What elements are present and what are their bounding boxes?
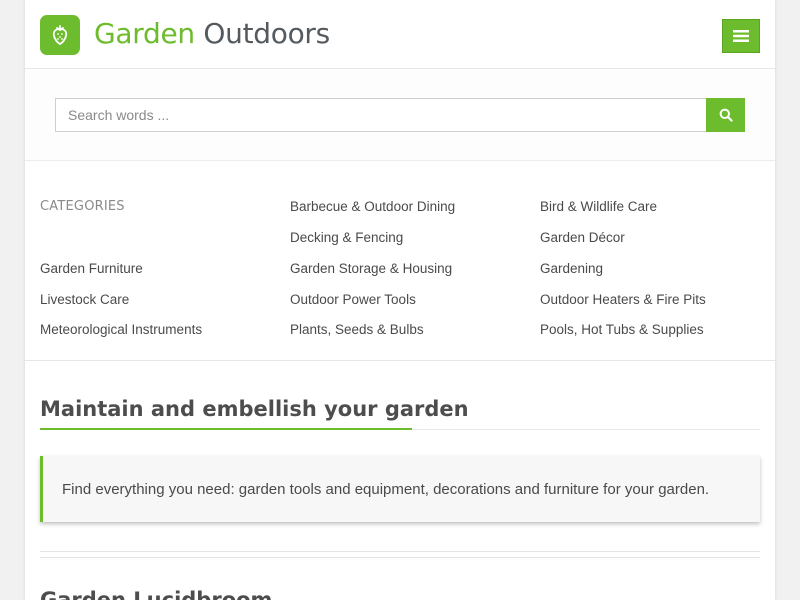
section-title: Maintain and embellish your garden [40,397,469,421]
divider [40,551,760,552]
category-link[interactable]: Garden Furniture [40,261,143,276]
category-link[interactable]: Outdoor Power Tools [290,292,416,307]
search-icon [719,108,733,122]
page: Garden Outdoors CATEGORIES Barbecue & Ou… [25,0,775,600]
strawberry-icon [52,25,68,46]
categories-heading: CATEGORIES [40,199,125,214]
search-bar [25,69,775,161]
search-input[interactable] [55,98,706,132]
site-title-part2: Outdoors [194,17,330,50]
intro-callout-text: Find everything you need: garden tools a… [62,480,710,498]
site-header: Garden Outdoors [25,0,775,69]
site-title-part1: Garden [94,17,195,50]
title-accent-underline [40,428,412,430]
hamburger-icon [733,30,749,42]
next-section-title: Garden Lucidbroom [40,588,273,600]
intro-callout: Find everything you need: garden tools a… [40,456,760,522]
categories-section: CATEGORIES Barbecue & Outdoor Dining Bir… [25,161,775,361]
category-link[interactable]: Plants, Seeds & Bulbs [290,322,424,337]
logo[interactable] [40,15,80,55]
category-link[interactable]: Outdoor Heaters & Fire Pits [540,292,706,307]
category-link[interactable]: Garden Décor [540,230,625,245]
divider [40,557,760,558]
category-link[interactable]: Bird & Wildlife Care [540,199,657,214]
menu-button[interactable] [722,19,760,53]
category-link[interactable]: Gardening [540,261,603,276]
category-link[interactable]: Pools, Hot Tubs & Supplies [540,322,704,337]
category-link[interactable]: Livestock Care [40,292,129,307]
category-link[interactable]: Decking & Fencing [290,230,403,245]
main-content: Maintain and embellish your garden Find … [25,361,775,600]
search-button[interactable] [706,98,745,132]
category-link[interactable]: Garden Storage & Housing [290,261,452,276]
site-title[interactable]: Garden Outdoors [94,16,330,52]
category-link[interactable]: Meteorological Instruments [40,322,202,337]
category-link[interactable]: Barbecue & Outdoor Dining [290,199,455,214]
